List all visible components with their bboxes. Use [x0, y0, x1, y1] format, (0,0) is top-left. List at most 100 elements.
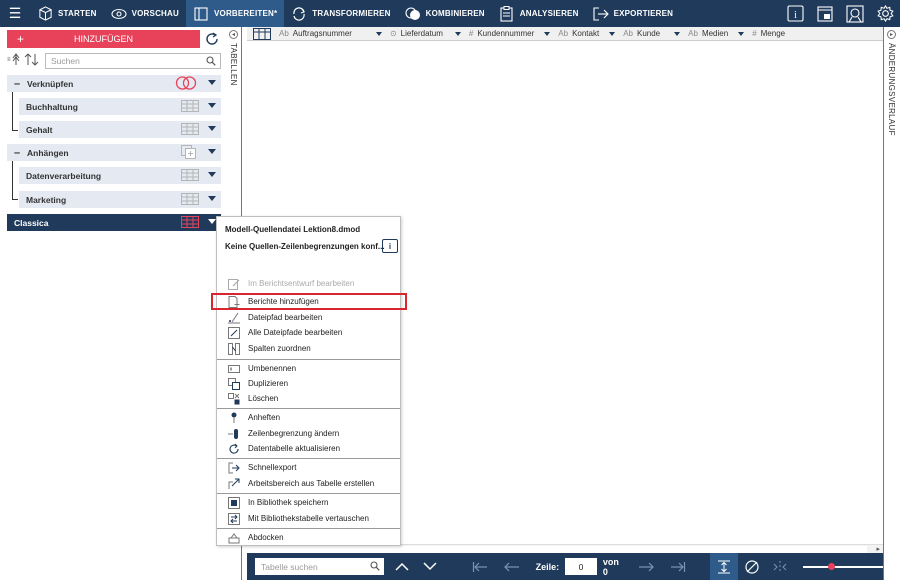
tab-starten[interactable]: STARTEN	[30, 0, 104, 27]
add-button[interactable]: + HINZUFÜGEN	[7, 30, 200, 48]
chevron-down-icon[interactable]	[674, 31, 681, 36]
zoom-slider[interactable]	[803, 562, 883, 570]
join-icon	[175, 76, 197, 92]
hamburger-menu-icon[interactable]: ☰	[0, 0, 30, 27]
chevron-down-icon[interactable]	[454, 31, 461, 36]
menu-item-refresh-table[interactable]: Datentabelle aktualisieren	[217, 441, 400, 456]
table-item-marketing[interactable]: Marketing	[19, 191, 221, 208]
column-kontakt[interactable]: Ab Kontakt	[554, 29, 619, 38]
info-icon[interactable]: i	[780, 0, 810, 27]
menu-item-map-columns[interactable]: Spalten zuordnen	[217, 341, 400, 356]
menu-item-create-workspace[interactable]: Arbeitsbereich aus Tabelle erstellen	[217, 476, 400, 491]
menu-item-pin[interactable]: Anheften	[217, 410, 400, 425]
refresh-icon[interactable]	[203, 30, 221, 48]
column-kundennummer[interactable]: # Kundennummer	[465, 29, 554, 38]
chevron-down-icon[interactable]	[416, 553, 444, 580]
table-item-classica[interactable]: Classica	[7, 214, 221, 231]
menu-item-label: Umbenennen	[248, 364, 297, 373]
menu-item-label: Arbeitsbereich aus Tabelle erstellen	[248, 479, 375, 488]
menu-source-file: Modell-Quellendatei Lektion8.dmod	[225, 225, 361, 234]
column-menge[interactable]: # Menge	[748, 29, 789, 38]
transform-icon	[291, 6, 307, 22]
collapse-icon[interactable]: –	[7, 147, 27, 159]
tab-analysieren[interactable]: ANALYSIEREN	[492, 0, 586, 27]
column-label: Kundennummer	[477, 29, 535, 38]
tab-vorbereiten[interactable]: VORBEREITEN*	[185, 0, 285, 27]
highlight-box	[211, 293, 407, 310]
menu-item-undock[interactable]: Abdocken	[217, 530, 400, 545]
table-search-input[interactable]: Suchen	[45, 53, 221, 69]
tables-pane: + HINZUFÜGEN ≡ Suchen – Verknüpfen Buchh…	[0, 27, 226, 580]
chevron-down-icon[interactable]	[609, 31, 616, 36]
eye-icon	[111, 6, 127, 22]
chevron-up-icon[interactable]	[388, 553, 416, 580]
group-label: Anhängen	[27, 147, 69, 158]
column-lieferdatum[interactable]: ⊙ Lieferdatum	[386, 29, 465, 38]
table-search-field[interactable]: Tabelle suchen	[255, 558, 385, 575]
chevron-down-icon[interactable]	[208, 196, 216, 201]
chevron-down-icon[interactable]	[738, 31, 745, 36]
collapse-icon[interactable]: –	[7, 78, 27, 90]
menu-item-edit-all-paths[interactable]: Alle Dateipfade bearbeiten	[217, 325, 400, 340]
scroll-right-icon[interactable]: ▸	[876, 545, 880, 553]
gear-icon[interactable]	[870, 0, 900, 27]
library-save-icon	[227, 496, 241, 509]
collapse-left-icon[interactable]: ◂	[229, 30, 238, 39]
menu-item-swap-library[interactable]: Mit Bibliothekstabelle vertauschen	[217, 511, 400, 526]
grid-icon	[181, 169, 199, 183]
tab-starten-label: STARTEN	[58, 9, 97, 18]
menu-item-delete[interactable]: Löschen	[217, 391, 400, 406]
tables-tab-label: TABELLEN	[229, 43, 238, 86]
row-number-input[interactable]: 0	[565, 558, 597, 575]
fit-rows-icon[interactable]	[709, 553, 738, 580]
first-row-icon[interactable]	[466, 553, 494, 580]
last-row-icon[interactable]	[664, 553, 692, 580]
chevron-down-icon[interactable]	[208, 126, 216, 131]
column-medien[interactable]: Ab Medien	[684, 29, 748, 38]
no-filter-icon[interactable]	[738, 553, 766, 580]
zoom-handle[interactable]	[827, 562, 835, 570]
menu-item-change-row-limit[interactable]: Zeilenbegrenzung ändern	[217, 426, 400, 441]
table-grid-icon[interactable]	[247, 27, 275, 40]
column-label: Kunde	[637, 29, 661, 38]
expand-right-icon[interactable]: ▸	[887, 30, 896, 39]
sort-icon[interactable]: ≡	[7, 53, 43, 67]
next-row-icon[interactable]	[632, 553, 660, 580]
menu-item-rename[interactable]: Umbenennen	[217, 361, 400, 376]
menu-item-duplicate[interactable]: Duplizieren	[217, 376, 400, 391]
chevron-down-icon[interactable]	[208, 80, 216, 85]
group-anhaengen[interactable]: – Anhängen	[7, 144, 221, 161]
group-verknuepfen[interactable]: – Verknüpfen	[7, 75, 221, 92]
info-icon[interactable]: i	[382, 239, 398, 253]
chevron-down-icon[interactable]	[375, 31, 382, 36]
chevron-down-icon[interactable]	[208, 103, 216, 108]
tab-transformieren[interactable]: TRANSFORMIEREN	[284, 0, 397, 27]
menu-item-quick-export[interactable]: Schnellexport	[217, 460, 400, 475]
chevron-down-icon[interactable]	[208, 149, 216, 154]
previous-row-icon[interactable]	[498, 553, 526, 580]
chevron-down-icon[interactable]	[544, 31, 551, 36]
collapse-columns-icon[interactable]	[766, 553, 794, 580]
scrollbar-thumb[interactable]	[247, 546, 867, 553]
change-history-tab[interactable]: ▸ ÄNDERUNGSVERLAUF	[883, 27, 900, 580]
tree-connector	[12, 199, 18, 200]
tab-exportieren[interactable]: EXPORTIEREN	[586, 0, 681, 27]
table-item-buchhaltung[interactable]: Buchhaltung	[19, 98, 221, 115]
table-item-label: Marketing	[26, 194, 67, 205]
table-item-gehalt[interactable]: Gehalt	[19, 121, 221, 138]
column-type: Ab	[688, 29, 698, 38]
tab-vorschau[interactable]: VORSCHAU	[104, 0, 186, 27]
window-icon[interactable]	[810, 0, 840, 27]
chevron-down-icon[interactable]	[208, 172, 216, 177]
chevron-down-icon[interactable]	[208, 219, 216, 224]
pin-icon	[227, 412, 241, 424]
help-icon[interactable]	[840, 0, 870, 27]
tab-vorbereiten-label: VORBEREITEN*	[213, 9, 278, 18]
menu-item-edit-path[interactable]: Dateipfad bearbeiten	[217, 310, 400, 325]
menu-item-label: Abdocken	[248, 533, 284, 542]
table-item-datenverarbeitung[interactable]: Datenverarbeitung	[19, 167, 221, 184]
tab-kombinieren[interactable]: KOMBINIEREN	[398, 0, 492, 27]
column-auftragsnummer[interactable]: Ab Auftragsnummer	[275, 29, 386, 38]
column-kunde[interactable]: Ab Kunde	[619, 29, 684, 38]
menu-item-save-library[interactable]: In Bibliothek speichern	[217, 495, 400, 510]
